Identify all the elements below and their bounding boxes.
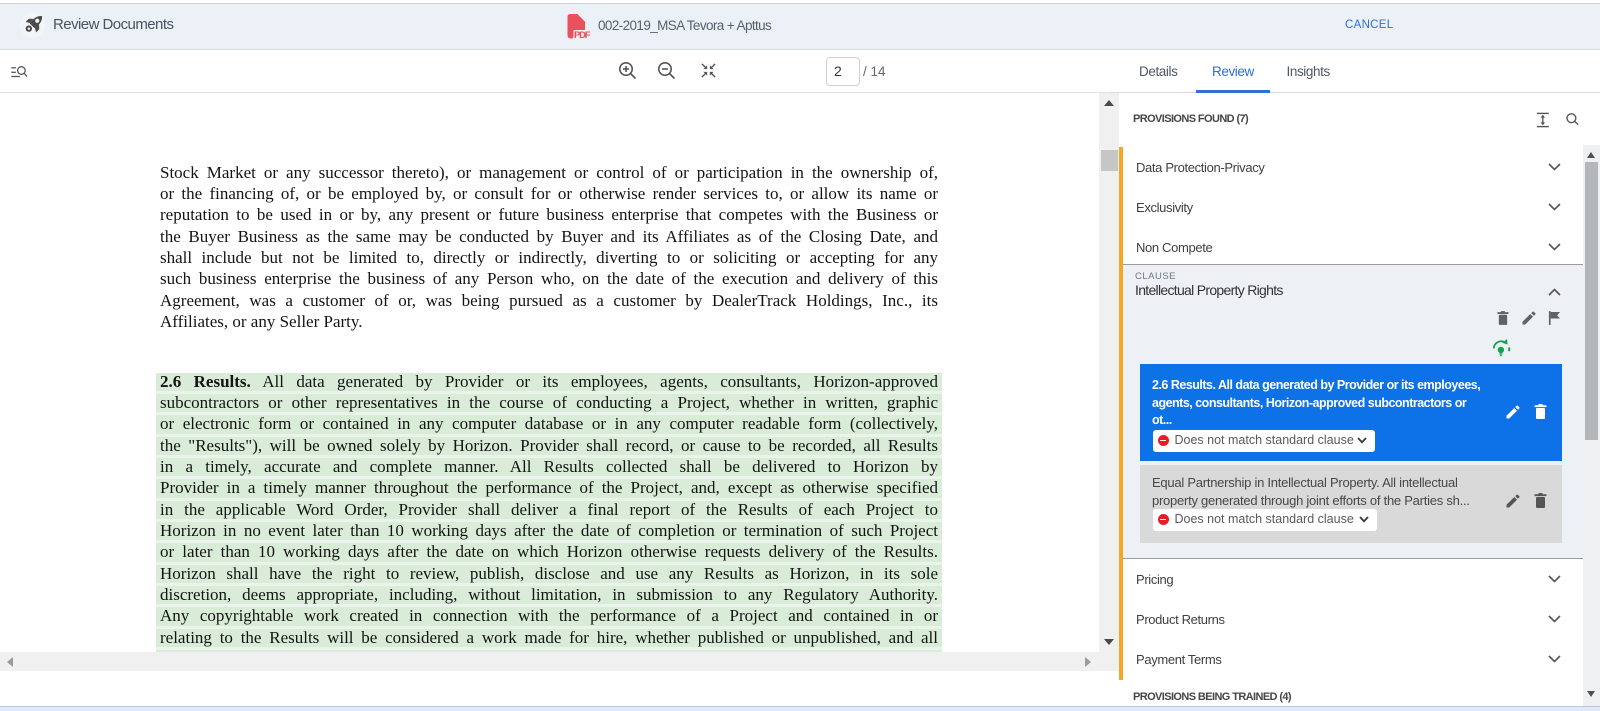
svg-text:PDF: PDF <box>574 30 591 39</box>
